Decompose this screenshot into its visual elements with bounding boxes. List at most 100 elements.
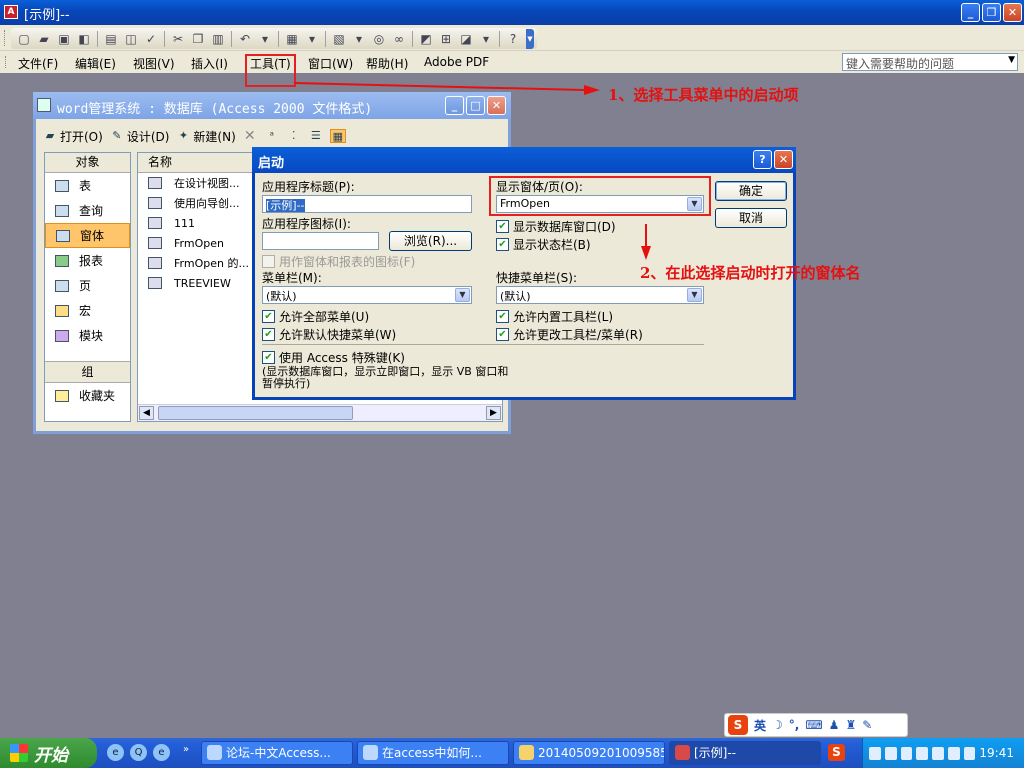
wifi-icon[interactable] <box>963 746 976 760</box>
menu-adobe-pdf[interactable]: Adobe PDF <box>424 55 489 69</box>
db-details-button[interactable]: ▦ <box>329 129 346 143</box>
tray-clock[interactable]: 19:41 <box>979 746 1014 760</box>
undo-icon[interactable]: ↶ <box>235 30 255 48</box>
open-folder-icon[interactable]: ▰ <box>34 30 54 48</box>
minimize-button[interactable]: _ <box>961 3 980 22</box>
object-reports[interactable]: 报表 <box>45 248 130 273</box>
sogou-tray-icon[interactable]: S <box>828 744 845 761</box>
db-design-button[interactable]: ✎ 设计(D) <box>109 128 169 145</box>
volume-icon[interactable] <box>884 746 897 760</box>
menu-edit[interactable]: 编辑(E) <box>75 55 116 72</box>
menubar-select[interactable]: (默认) ▼ <box>262 286 472 304</box>
properties-icon[interactable]: ◩ <box>416 30 436 48</box>
allow-default-shortcut-checkbox[interactable]: ✔ 允许默认快捷菜单(W) <box>262 326 396 343</box>
scroll-right-icon[interactable]: ▶ <box>486 406 501 420</box>
code-icon[interactable]: ◎ <box>369 30 389 48</box>
allow-full-menus-checkbox[interactable]: ✔ 允许全部菜单(U) <box>262 308 369 325</box>
object-forms[interactable]: 窗体 <box>45 223 130 248</box>
sogou-logo-icon[interactable]: S <box>728 715 748 735</box>
db-close-button[interactable]: ✕ <box>487 96 506 115</box>
close-button[interactable]: ✕ <box>1003 3 1022 22</box>
menubar-grip[interactable] <box>5 56 8 68</box>
help-icon[interactable]: ? <box>503 30 523 48</box>
copy-icon[interactable]: ❐ <box>188 30 208 48</box>
print-icon[interactable]: ▤ <box>101 30 121 48</box>
ie-icon[interactable]: e <box>107 744 124 761</box>
ok-button[interactable]: 确定 <box>715 181 787 201</box>
menu-help[interactable]: 帮助(H) <box>366 55 408 72</box>
show-db-window-checkbox[interactable]: ✔ 显示数据库窗口(D) <box>496 218 616 235</box>
office-links-icon[interactable]: ▦ <box>282 30 302 48</box>
chevron-down-icon[interactable]: ▼ <box>687 288 702 302</box>
toolbar-grip[interactable] <box>4 30 7 46</box>
chat-icon[interactable] <box>947 746 960 760</box>
dropdown-arrow-icon[interactable]: ▾ <box>255 30 275 48</box>
qq-icon[interactable]: Q <box>130 744 147 761</box>
toolbar-options-chevron-icon[interactable]: ▼ <box>526 28 534 49</box>
browse-button[interactable]: 浏览(R)... <box>389 231 472 251</box>
menu-view[interactable]: 视图(V) <box>133 55 175 72</box>
help-dropdown-arrow-icon[interactable]: ▼ <box>1008 55 1015 65</box>
group-favorites[interactable]: 收藏夹 <box>45 383 130 408</box>
analyze-icon[interactable]: ▧ <box>329 30 349 48</box>
moon-icon[interactable]: ☽ <box>772 718 783 732</box>
network-icon[interactable] <box>869 746 881 760</box>
script-icon[interactable]: ∞ <box>389 30 409 48</box>
db-open-button[interactable]: ▰ 打开(O) <box>42 128 103 145</box>
print-preview-icon[interactable]: ◫ <box>121 30 141 48</box>
browser-icon[interactable]: e <box>153 744 170 761</box>
object-macros[interactable]: 宏 <box>45 298 130 323</box>
security-icon[interactable] <box>932 746 944 760</box>
db-minimize-button[interactable]: _ <box>445 96 464 115</box>
cancel-button[interactable]: 取消 <box>715 208 787 228</box>
shortcut-menubar-select[interactable]: (默认) ▼ <box>496 286 704 304</box>
db-new-button[interactable]: ✦ 新建(N) <box>175 128 236 145</box>
dropdown-arrow-icon[interactable]: ▾ <box>302 30 322 48</box>
use-special-keys-checkbox[interactable]: ✔ 使用 Access 特殊键(K) <box>262 349 405 366</box>
dropdown-arrow-icon[interactable]: ▾ <box>476 30 496 48</box>
list-name-header[interactable]: 名称 <box>138 153 258 173</box>
punctuation-icon[interactable]: °, <box>789 718 800 732</box>
save-icon[interactable]: ▣ <box>54 30 74 48</box>
wrench-icon[interactable]: ✎ <box>862 718 872 732</box>
file-search-icon[interactable]: ◧ <box>74 30 94 48</box>
object-queries[interactable]: 查询 <box>45 198 130 223</box>
quick-launch-expand-icon[interactable]: » <box>183 744 189 755</box>
paste-icon[interactable]: ▥ <box>208 30 228 48</box>
cut-icon[interactable]: ✂ <box>168 30 188 48</box>
menu-window[interactable]: 窗口(W) <box>308 55 353 72</box>
skin-icon[interactable]: ♜ <box>845 718 856 732</box>
start-button[interactable]: 开始 <box>0 738 97 768</box>
show-status-bar-checkbox[interactable]: ✔ 显示状态栏(B) <box>496 236 591 253</box>
shield-icon[interactable] <box>916 746 929 760</box>
taskbar-button-folder[interactable]: 20140509201009585​2 <box>513 741 665 765</box>
db-list-button[interactable]: ☰ <box>308 129 324 143</box>
allow-toolbar-changes-checkbox[interactable]: ✔ 允许更改工具栏/菜单(R) <box>496 326 643 343</box>
restore-button[interactable]: ❐ <box>982 3 1001 22</box>
object-tables[interactable]: 表 <box>45 173 130 198</box>
spelling-icon[interactable]: ✓ <box>141 30 161 48</box>
db-large-icons-button[interactable]: ᵃ <box>264 129 280 143</box>
db-small-icons-button[interactable]: ⁚ <box>286 129 302 143</box>
object-modules[interactable]: 模块 <box>45 323 130 348</box>
menu-file[interactable]: 文件(F) <box>18 55 58 72</box>
scroll-left-icon[interactable]: ◀ <box>139 406 154 420</box>
scroll-thumb[interactable] <box>158 406 353 420</box>
ime-language[interactable]: 英 <box>754 717 766 734</box>
taskbar-button-forum[interactable]: 论坛-中文Access... <box>201 741 353 765</box>
relationships-icon[interactable]: ⊞ <box>436 30 456 48</box>
keyboard-icon[interactable]: ⌨ <box>805 718 822 732</box>
dropdown-arrow-icon[interactable]: ▾ <box>349 30 369 48</box>
object-pages[interactable]: 页 <box>45 273 130 298</box>
taskbar-button-access-app[interactable]: [示例]-- <box>669 741 821 765</box>
db-maximize-button[interactable]: □ <box>466 96 485 115</box>
dialog-help-button[interactable]: ? <box>753 150 772 169</box>
taskbar-button-access-howto[interactable]: 在access中如何... <box>357 741 509 765</box>
app-icon-input[interactable] <box>262 232 379 250</box>
access-key-icon[interactable]: A <box>4 5 18 19</box>
new-object-icon[interactable]: ◪ <box>456 30 476 48</box>
menu-insert[interactable]: 插入(I) <box>191 55 228 72</box>
allow-builtin-toolbars-checkbox[interactable]: ✔ 允许内置工具栏(L) <box>496 308 613 325</box>
dialog-close-button[interactable]: ✕ <box>774 150 793 169</box>
user-icon[interactable]: ♟ <box>829 718 840 732</box>
